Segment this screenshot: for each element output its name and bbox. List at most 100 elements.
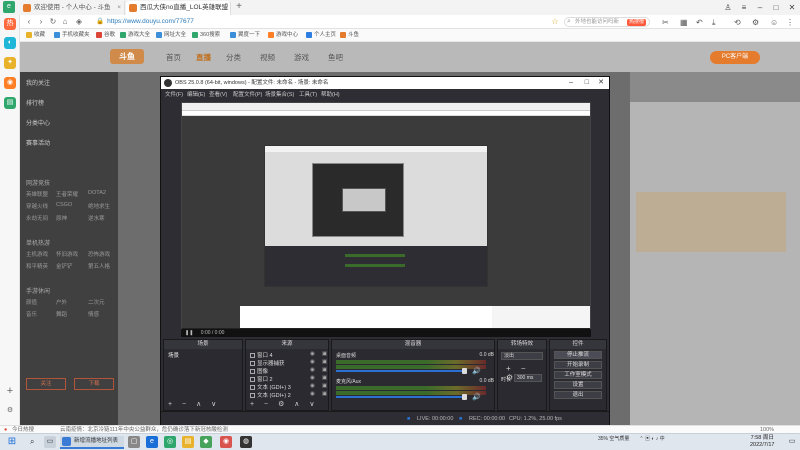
minimize-icon[interactable]: – (754, 2, 766, 13)
system-tray[interactable]: 35% 空气质量 ⌃ ▣ ◐ ♪ 中 (598, 435, 665, 442)
nav-yuba[interactable]: 鱼吧 (328, 52, 343, 63)
bookmark-item[interactable]: 个人主页 (306, 31, 336, 40)
bookmark-item[interactable]: 翼度一下 (230, 31, 260, 40)
folder-icon[interactable]: ▤ (182, 436, 194, 448)
source-item[interactable]: 窗口 4 ◉ ▣ (250, 351, 327, 359)
app-icon[interactable]: ▢ (128, 436, 140, 448)
pc-client-button[interactable]: PC客户端 (710, 51, 760, 64)
volume-slider-handle[interactable] (462, 394, 467, 400)
menu-tools[interactable]: 工具(T) (299, 90, 317, 98)
home-icon[interactable]: ⌂ (60, 17, 70, 27)
bookmark-item[interactable]: 谷歌 (96, 31, 115, 40)
studio-mode-button[interactable]: 工作室模式 (554, 371, 602, 379)
exit-button[interactable]: 退出 (554, 391, 602, 399)
system-clock[interactable]: 7:58 周日 2022/7/17 (750, 435, 774, 449)
follow-button[interactable]: 关注 (26, 378, 66, 390)
app-icon[interactable]: ◎ (164, 436, 176, 448)
wallet-icon[interactable]: ▤ (4, 97, 16, 109)
menu-category[interactable]: 分类中心 (26, 118, 50, 127)
close-window-icon[interactable]: ✕ (786, 2, 798, 13)
bookmark-item[interactable]: 手机收藏夹 (54, 31, 90, 40)
scene-item[interactable]: 场景 (168, 351, 179, 359)
source-controls[interactable]: + − ⚙ ∧ ∨ (250, 400, 318, 408)
menu-view[interactable]: 查看(V) (209, 90, 227, 98)
menu-follow[interactable]: 我的关注 (26, 78, 50, 87)
history-icon[interactable]: ⟲ (734, 18, 741, 27)
obs-preview[interactable] (181, 102, 591, 337)
volume-slider-handle[interactable] (462, 368, 467, 374)
menu-icon[interactable]: ≡ (738, 2, 750, 13)
app-icon[interactable]: e (146, 436, 158, 448)
shopping-icon[interactable]: ✦ (4, 57, 16, 69)
volume-slider[interactable] (336, 370, 466, 372)
source-item[interactable]: 图像 ◉ ▣ (250, 367, 327, 375)
close-icon[interactable]: × (223, 1, 227, 15)
grid-icon[interactable]: ▦ (680, 18, 688, 27)
search-icon[interactable]: ⌕ (30, 437, 38, 447)
obs-icon[interactable]: ◍ (240, 436, 252, 448)
taskbar-app-browser[interactable]: 新增流播地址列表 (60, 436, 124, 449)
menu-help[interactable]: 帮助(H) (321, 90, 340, 98)
tab-personal-center[interactable]: 欢迎使用 - 个人中心 - 斗鱼 × (20, 1, 125, 15)
app-icon[interactable]: ◆ (200, 436, 212, 448)
tab-live-stream[interactable]: 西瓜大侠no直播_LOL英雄联盟 × (126, 1, 231, 15)
hot-icon[interactable]: 热 (4, 18, 16, 30)
back-icon[interactable]: ‹ (24, 17, 34, 27)
source-item[interactable]: 文本 (GDI+) 3 ◉ ▣ (250, 383, 327, 391)
bookmark-item[interactable]: 收藏 (26, 31, 45, 40)
start-recording-button[interactable]: 开始录制 (554, 361, 602, 369)
nav-home[interactable]: 首页 (166, 52, 181, 63)
user-icon[interactable]: ☺ (770, 18, 778, 27)
weather-icon[interactable]: ◐ (4, 37, 16, 49)
source-item[interactable]: 窗口 2 ◉ ▣ (250, 375, 327, 383)
menu-events[interactable]: 赛事活动 (26, 138, 50, 147)
minimize-icon[interactable]: – (569, 77, 573, 89)
shield-icon[interactable]: ◈ (74, 17, 84, 27)
star-icon[interactable]: ☆ (550, 17, 560, 27)
settings-icon[interactable]: ⚙ (752, 18, 759, 27)
app-icon[interactable]: ◉ (220, 436, 232, 448)
refresh-icon[interactable]: ↻ (48, 17, 58, 27)
settings-icon[interactable]: ⚙ (4, 405, 16, 417)
close-icon[interactable]: × (117, 1, 121, 15)
source-item[interactable]: 显示器捕获 ◉ ▣ (250, 359, 327, 367)
source-item[interactable]: 文本 (GDI+) 2 ◉ ▣ (250, 391, 327, 399)
notification-icon[interactable]: ▭ (786, 436, 798, 448)
maximize-icon[interactable]: □ (585, 77, 589, 89)
bookmark-item[interactable]: 游戏大全 (120, 31, 150, 40)
more-icon[interactable]: ⋮ (786, 18, 794, 27)
volume-slider[interactable] (336, 396, 466, 398)
nav-live[interactable]: 直播 (196, 52, 211, 63)
download-icon[interactable]: ⤓ (712, 18, 716, 28)
menu-file[interactable]: 文件(F) (165, 90, 183, 98)
pause-icon[interactable]: ❚❚ (185, 330, 193, 336)
scissors-icon[interactable]: ✂ (662, 18, 669, 27)
new-tab-button[interactable]: + (233, 1, 245, 13)
task-view-icon[interactable]: ▭ (44, 436, 56, 448)
bookmark-item[interactable]: 360搜索 (192, 31, 220, 40)
download-button[interactable]: 下载 (74, 378, 114, 390)
hot-search-badge[interactable]: 热搜榜 (627, 19, 647, 26)
douyu-logo[interactable]: 斗鱼 (110, 49, 144, 64)
menu-profile[interactable]: 配置文件(P) (233, 90, 262, 98)
menu-edit[interactable]: 编辑(E) (187, 90, 205, 98)
browser-logo-icon[interactable]: e (3, 1, 15, 13)
menu-rank[interactable]: 排行榜 (26, 98, 44, 107)
settings-button[interactable]: 设置 (554, 381, 602, 389)
close-icon[interactable]: ✕ (598, 77, 604, 89)
url-field[interactable]: 🔒 https://www.douyu.com/77677 (96, 17, 556, 27)
maximize-icon[interactable]: □ (770, 2, 782, 13)
scene-controls[interactable]: + − ∧ ∨ (168, 400, 220, 408)
stop-streaming-button[interactable]: 停止推流 (554, 351, 602, 359)
bookmark-item[interactable]: 斗鱼 (340, 31, 359, 40)
bookmark-item[interactable]: 网址大全 (156, 31, 186, 40)
bookmark-item[interactable]: 游戏中心 (268, 31, 298, 40)
forward-icon[interactable]: › (36, 17, 46, 27)
add-icon[interactable]: + (4, 385, 16, 397)
speaker-icon[interactable]: 🔊 (472, 367, 481, 375)
nav-video[interactable]: 视频 (260, 52, 275, 63)
speaker-icon[interactable]: 🔊 (472, 393, 481, 401)
skin-icon[interactable]: ♙ (722, 2, 734, 13)
nav-game[interactable]: 游戏 (294, 52, 309, 63)
transition-select[interactable]: 淡出 (501, 352, 543, 360)
